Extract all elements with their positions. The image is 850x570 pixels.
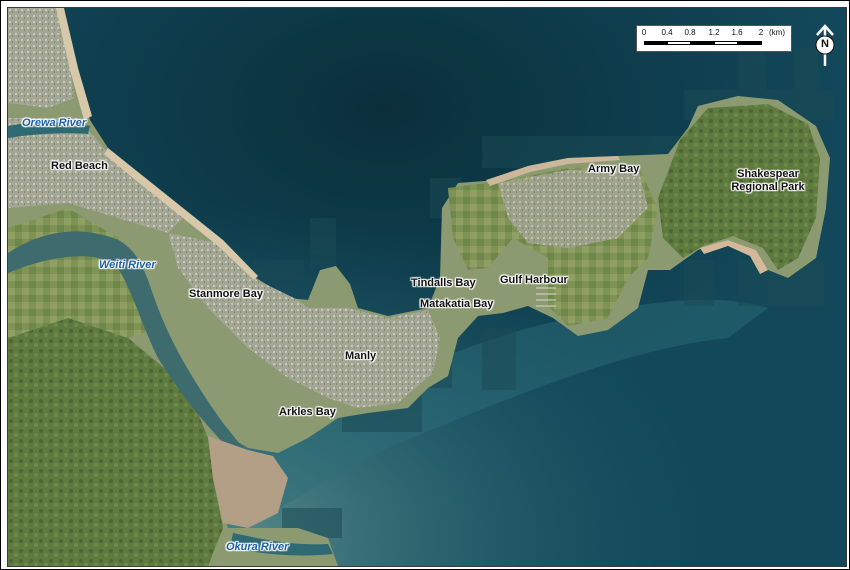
scale-segment-2 <box>667 41 691 45</box>
river-label-orewa: Orewa River <box>22 117 87 129</box>
scale-tick-0-8: 0.8 <box>684 28 696 37</box>
place-label-regional-park: Regional Park <box>731 181 805 193</box>
scale-tick-1-2: 1.2 <box>708 28 720 37</box>
map-canvas[interactable]: Red Beach Stanmore Bay Manly Arkles Bay … <box>7 7 847 567</box>
scale-tick-0: 0 <box>641 28 647 37</box>
place-label-tindalls-bay: Tindalls Bay <box>411 277 476 289</box>
river-label-weiti: Weiti River <box>99 259 156 271</box>
map-frame: Red Beach Stanmore Bay Manly Arkles Bay … <box>0 0 850 570</box>
scale-segment-3 <box>690 41 715 45</box>
river-label-okura: Okura River <box>226 541 289 553</box>
place-label-army-bay: Army Bay <box>588 163 640 175</box>
place-label-arkles-bay: Arkles Bay <box>279 406 336 418</box>
scale-unit: (km) <box>769 28 785 37</box>
scale-segment-4 <box>714 41 738 45</box>
scale-tick-0-4: 0.4 <box>661 28 673 37</box>
place-label-stanmore-bay: Stanmore Bay <box>189 288 263 300</box>
place-label-matakatia-bay: Matakatia Bay <box>420 298 494 310</box>
scale-tick-1-6: 1.6 <box>731 28 743 37</box>
place-label-gulf-harbour: Gulf Harbour <box>500 274 568 286</box>
scale-tick-2: 2 <box>758 28 764 37</box>
place-label-red-beach: Red Beach <box>51 160 108 172</box>
place-label-manly: Manly <box>345 350 377 362</box>
scale-segment-1 <box>644 41 668 45</box>
scale-bar: 0 0.4 0.8 1.2 1.6 2 (km) <box>636 25 792 52</box>
scale-segment-5 <box>737 41 762 45</box>
north-arrow-icon: N <box>812 24 838 68</box>
north-letter: N <box>821 38 829 50</box>
place-label-shakespear: Shakespear <box>737 168 799 180</box>
